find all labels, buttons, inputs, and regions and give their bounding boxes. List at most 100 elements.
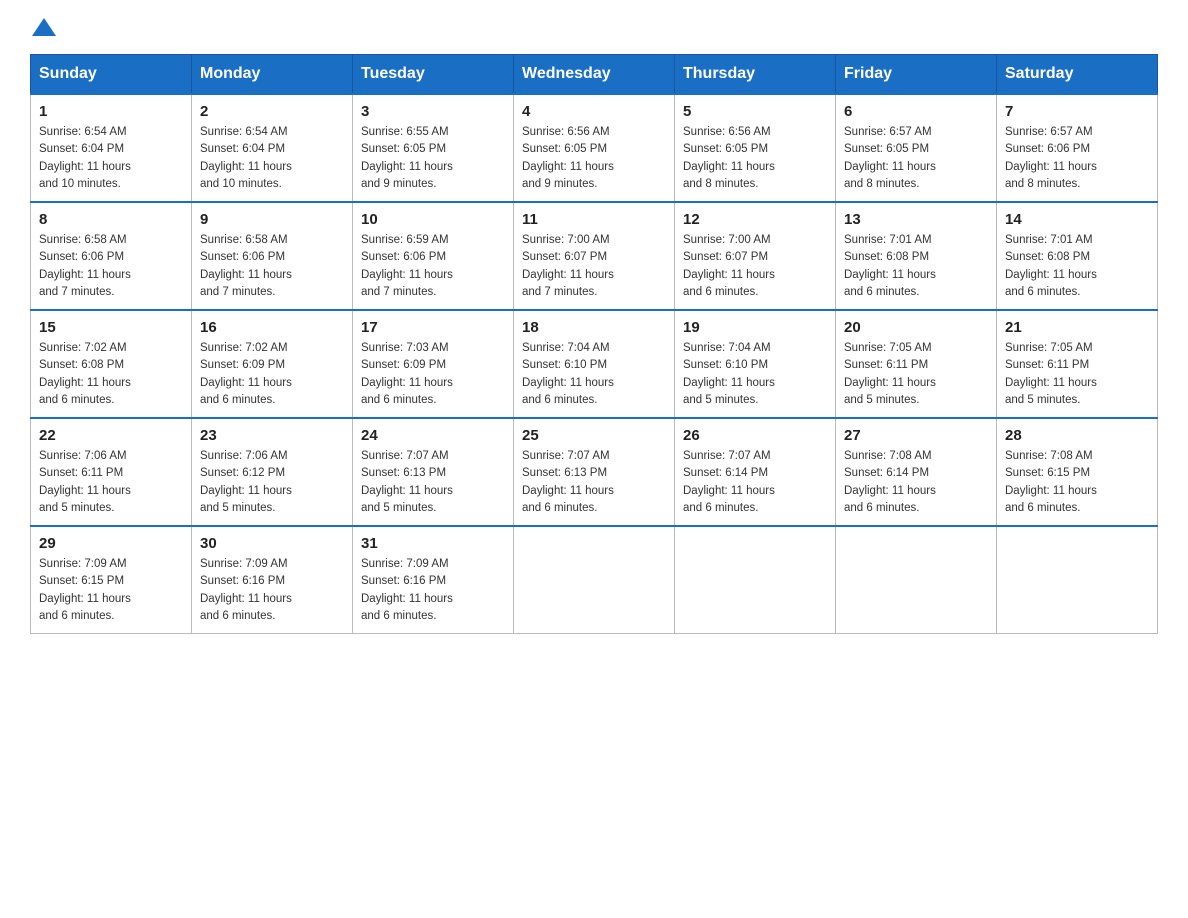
day-number: 14 — [1005, 211, 1149, 228]
calendar-cell: 2 Sunrise: 6:54 AMSunset: 6:04 PMDaylight… — [192, 94, 353, 202]
day-number: 22 — [39, 427, 183, 444]
calendar-week-row: 29Sunrise: 7:09 AMSunset: 6:15 PMDayligh… — [31, 526, 1158, 634]
day-info: Sunrise: 7:03 AMSunset: 6:09 PMDaylight:… — [361, 340, 505, 409]
day-number: 16 — [200, 319, 344, 336]
day-info: Sunrise: 7:09 AMSunset: 6:16 PMDaylight:… — [361, 556, 505, 625]
calendar-cell: 4 Sunrise: 6:56 AMSunset: 6:05 PMDaylight… — [514, 94, 675, 202]
day-number: 18 — [522, 319, 666, 336]
day-info: Sunrise: 7:00 AMSunset: 6:07 PMDaylight:… — [522, 232, 666, 301]
day-info: Sunrise: 6:55 AMSunset: 6:05 PMDaylight:… — [361, 124, 505, 193]
calendar-cell: 5 Sunrise: 6:56 AMSunset: 6:05 PMDaylight… — [675, 94, 836, 202]
day-header-thursday: Thursday — [675, 55, 836, 95]
logo-flag-icon — [32, 18, 56, 36]
day-header-tuesday: Tuesday — [353, 55, 514, 95]
day-info: Sunrise: 6:54 AMSunset: 6:04 PMDaylight:… — [200, 124, 344, 193]
day-number: 1 — [39, 103, 183, 120]
calendar-cell: 15 Sunrise: 7:02 AMSunset: 6:08 PMDayligh… — [31, 310, 192, 418]
calendar-cell: 14 Sunrise: 7:01 AMSunset: 6:08 PMDayligh… — [997, 202, 1158, 310]
day-number: 4 — [522, 103, 666, 120]
day-header-saturday: Saturday — [997, 55, 1158, 95]
day-info: Sunrise: 7:06 AMSunset: 6:11 PMDaylight:… — [39, 448, 183, 517]
day-info: Sunrise: 6:56 AMSunset: 6:05 PMDaylight:… — [683, 124, 827, 193]
day-number: 3 — [361, 103, 505, 120]
day-info: Sunrise: 6:58 AMSunset: 6:06 PMDaylight:… — [39, 232, 183, 301]
calendar-cell: 19Sunrise: 7:04 AMSunset: 6:10 PMDayligh… — [675, 310, 836, 418]
calendar-table: SundayMondayTuesdayWednesdayThursdayFrid… — [30, 54, 1158, 634]
day-info: Sunrise: 7:07 AMSunset: 6:14 PMDaylight:… — [683, 448, 827, 517]
day-info: Sunrise: 7:08 AMSunset: 6:14 PMDaylight:… — [844, 448, 988, 517]
calendar-cell: 20 Sunrise: 7:05 AMSunset: 6:11 PMDayligh… — [836, 310, 997, 418]
day-number: 23 — [200, 427, 344, 444]
calendar-cell: 17 Sunrise: 7:03 AMSunset: 6:09 PMDayligh… — [353, 310, 514, 418]
day-number: 28 — [1005, 427, 1149, 444]
calendar-cell: 11 Sunrise: 7:00 AMSunset: 6:07 PMDayligh… — [514, 202, 675, 310]
day-number: 11 — [522, 211, 666, 228]
day-info: Sunrise: 6:54 AMSunset: 6:04 PMDaylight:… — [39, 124, 183, 193]
day-info: Sunrise: 7:02 AMSunset: 6:09 PMDaylight:… — [200, 340, 344, 409]
calendar-cell: 25 Sunrise: 7:07 AMSunset: 6:13 PMDayligh… — [514, 418, 675, 526]
calendar-cell: 3 Sunrise: 6:55 AMSunset: 6:05 PMDaylight… — [353, 94, 514, 202]
day-number: 15 — [39, 319, 183, 336]
calendar-cell: 24Sunrise: 7:07 AMSunset: 6:13 PMDayligh… — [353, 418, 514, 526]
day-number: 9 — [200, 211, 344, 228]
page-header — [30, 20, 1158, 36]
day-number: 26 — [683, 427, 827, 444]
logo-text — [30, 20, 56, 38]
day-number: 29 — [39, 535, 183, 552]
day-info: Sunrise: 7:08 AMSunset: 6:15 PMDaylight:… — [1005, 448, 1149, 517]
calendar-cell: 13 Sunrise: 7:01 AMSunset: 6:08 PMDayligh… — [836, 202, 997, 310]
day-number: 8 — [39, 211, 183, 228]
day-number: 25 — [522, 427, 666, 444]
day-header-friday: Friday — [836, 55, 997, 95]
day-info: Sunrise: 7:01 AMSunset: 6:08 PMDaylight:… — [1005, 232, 1149, 301]
calendar-cell: 23 Sunrise: 7:06 AMSunset: 6:12 PMDayligh… — [192, 418, 353, 526]
calendar-cell: 18 Sunrise: 7:04 AMSunset: 6:10 PMDayligh… — [514, 310, 675, 418]
calendar-week-row: 15 Sunrise: 7:02 AMSunset: 6:08 PMDayligh… — [31, 310, 1158, 418]
calendar-cell: 8 Sunrise: 6:58 AMSunset: 6:06 PMDaylight… — [31, 202, 192, 310]
day-number: 21 — [1005, 319, 1149, 336]
calendar-cell: 7Sunrise: 6:57 AMSunset: 6:06 PMDaylight… — [997, 94, 1158, 202]
day-number: 2 — [200, 103, 344, 120]
calendar-cell: 10 Sunrise: 6:59 AMSunset: 6:06 PMDayligh… — [353, 202, 514, 310]
day-info: Sunrise: 6:58 AMSunset: 6:06 PMDaylight:… — [200, 232, 344, 301]
calendar-cell: 9 Sunrise: 6:58 AMSunset: 6:06 PMDaylight… — [192, 202, 353, 310]
calendar-cell — [514, 526, 675, 634]
calendar-cell: 31 Sunrise: 7:09 AMSunset: 6:16 PMDayligh… — [353, 526, 514, 634]
calendar-week-row: 22 Sunrise: 7:06 AMSunset: 6:11 PMDayligh… — [31, 418, 1158, 526]
day-number: 17 — [361, 319, 505, 336]
calendar-cell: 12Sunrise: 7:00 AMSunset: 6:07 PMDayligh… — [675, 202, 836, 310]
day-header-wednesday: Wednesday — [514, 55, 675, 95]
calendar-cell: 26 Sunrise: 7:07 AMSunset: 6:14 PMDayligh… — [675, 418, 836, 526]
day-info: Sunrise: 7:00 AMSunset: 6:07 PMDaylight:… — [683, 232, 827, 301]
day-header-monday: Monday — [192, 55, 353, 95]
day-number: 5 — [683, 103, 827, 120]
day-number: 20 — [844, 319, 988, 336]
day-info: Sunrise: 7:07 AMSunset: 6:13 PMDaylight:… — [522, 448, 666, 517]
day-info: Sunrise: 6:57 AMSunset: 6:05 PMDaylight:… — [844, 124, 988, 193]
day-number: 13 — [844, 211, 988, 228]
day-info: Sunrise: 7:04 AMSunset: 6:10 PMDaylight:… — [683, 340, 827, 409]
day-number: 27 — [844, 427, 988, 444]
day-number: 31 — [361, 535, 505, 552]
calendar-cell: 30Sunrise: 7:09 AMSunset: 6:16 PMDayligh… — [192, 526, 353, 634]
day-header-sunday: Sunday — [31, 55, 192, 95]
day-info: Sunrise: 7:05 AMSunset: 6:11 PMDaylight:… — [844, 340, 988, 409]
calendar-cell: 16 Sunrise: 7:02 AMSunset: 6:09 PMDayligh… — [192, 310, 353, 418]
day-info: Sunrise: 7:02 AMSunset: 6:08 PMDaylight:… — [39, 340, 183, 409]
day-info: Sunrise: 7:01 AMSunset: 6:08 PMDaylight:… — [844, 232, 988, 301]
calendar-cell: 22 Sunrise: 7:06 AMSunset: 6:11 PMDayligh… — [31, 418, 192, 526]
day-info: Sunrise: 7:09 AMSunset: 6:16 PMDaylight:… — [200, 556, 344, 625]
day-info: Sunrise: 6:57 AMSunset: 6:06 PMDaylight:… — [1005, 124, 1149, 193]
logo — [30, 20, 56, 36]
calendar-cell — [997, 526, 1158, 634]
day-info: Sunrise: 6:56 AMSunset: 6:05 PMDaylight:… — [522, 124, 666, 193]
day-info: Sunrise: 7:06 AMSunset: 6:12 PMDaylight:… — [200, 448, 344, 517]
calendar-cell — [836, 526, 997, 634]
day-number: 10 — [361, 211, 505, 228]
day-info: Sunrise: 6:59 AMSunset: 6:06 PMDaylight:… — [361, 232, 505, 301]
calendar-week-row: 1 Sunrise: 6:54 AMSunset: 6:04 PMDaylight… — [31, 94, 1158, 202]
calendar-header-row: SundayMondayTuesdayWednesdayThursdayFrid… — [31, 55, 1158, 95]
day-info: Sunrise: 7:04 AMSunset: 6:10 PMDaylight:… — [522, 340, 666, 409]
day-number: 24 — [361, 427, 505, 444]
calendar-cell: 6Sunrise: 6:57 AMSunset: 6:05 PMDaylight… — [836, 94, 997, 202]
